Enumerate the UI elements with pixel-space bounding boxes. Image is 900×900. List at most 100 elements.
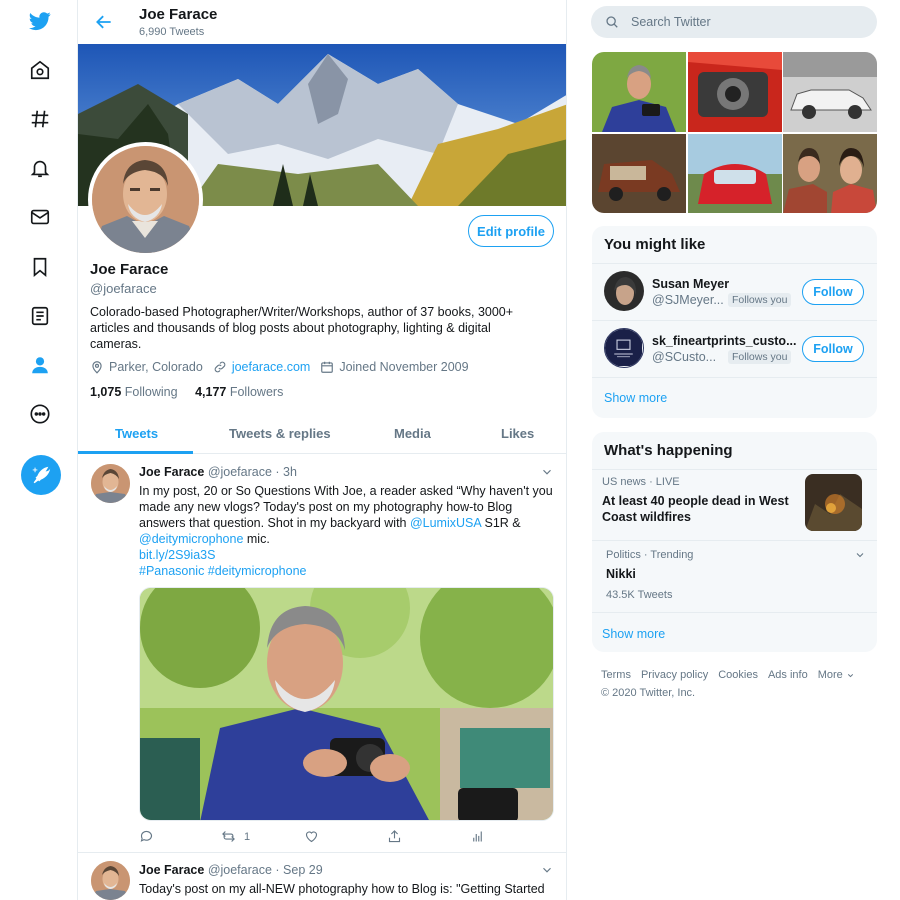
media-thumbnail[interactable] xyxy=(592,52,686,132)
following-link[interactable]: 1,075 Following xyxy=(90,385,178,399)
back-arrow-icon[interactable] xyxy=(94,12,114,32)
search-input[interactable] xyxy=(631,15,851,29)
search-bar[interactable] xyxy=(591,6,877,38)
profile-follow-stats: 1,075 Following 4,177 Followers xyxy=(90,385,283,399)
more-icon[interactable] xyxy=(22,396,58,432)
tab-tweets[interactable]: Tweets xyxy=(115,426,158,441)
like-button[interactable] xyxy=(304,829,327,844)
bookmarks-icon[interactable] xyxy=(22,249,58,285)
show-more-link[interactable]: Show more xyxy=(604,391,667,405)
tweet-text: In my post, 20 or So Questions With Joe,… xyxy=(139,484,553,578)
tweet-header: Joe Farace @joefarace · 3h xyxy=(139,465,297,479)
active-tab-indicator xyxy=(78,451,193,454)
trend-title: At least 40 people dead in West Coast wi… xyxy=(602,494,789,524)
avatar[interactable] xyxy=(604,328,644,368)
analytics-button[interactable] xyxy=(470,829,493,844)
header-tweet-count: 6,990 Tweets xyxy=(139,26,205,38)
account-handle: @SCusto... xyxy=(652,350,717,364)
link-icon xyxy=(214,361,226,373)
mention-link[interactable]: @LumixUSA xyxy=(410,516,481,530)
tweet-avatar[interactable] xyxy=(91,861,130,900)
tweet-time[interactable]: · Sep 29 xyxy=(275,863,322,877)
tweet-avatar[interactable] xyxy=(91,464,130,503)
follow-button[interactable]: Follow xyxy=(802,336,864,362)
tab-likes[interactable]: Likes xyxy=(501,426,534,441)
home-icon[interactable] xyxy=(22,52,58,88)
follows-you-badge: Follows you xyxy=(728,350,792,364)
compose-tweet-button[interactable] xyxy=(21,455,61,495)
footer-link-terms[interactable]: Terms xyxy=(601,669,631,681)
account-handle: @SJMeyer... xyxy=(652,293,724,307)
edit-profile-button[interactable]: Edit profile xyxy=(468,215,554,247)
media-thumbnail[interactable] xyxy=(687,133,782,213)
trend-meta: US news · LIVE xyxy=(602,476,680,488)
chevron-down-icon xyxy=(847,673,853,677)
profile-handle: @joefarace xyxy=(90,281,157,296)
compose-tweet-icon xyxy=(32,466,51,484)
calendar-icon xyxy=(321,361,334,373)
follow-button[interactable]: Follow xyxy=(802,279,864,305)
copyright: © 2020 Twitter, Inc. xyxy=(601,687,696,699)
left-navigation xyxy=(0,0,78,900)
profile-website-link[interactable]: joefarace.com xyxy=(232,360,311,374)
tab-media[interactable]: Media xyxy=(394,426,431,441)
footer-link-ads-info[interactable]: Ads info xyxy=(768,669,808,681)
media-thumbnail[interactable] xyxy=(687,52,782,132)
reply-button[interactable] xyxy=(139,829,162,844)
account-name[interactable]: Susan Meyer xyxy=(652,277,729,291)
profile-avatar[interactable] xyxy=(88,142,203,257)
tweet[interactable]: Joe Farace @joefarace · 3h In my post, 2… xyxy=(78,455,566,853)
follows-you-badge: Follows you xyxy=(728,293,792,307)
explore-hashtag-icon[interactable] xyxy=(22,101,58,137)
share-button[interactable] xyxy=(387,829,410,844)
messages-envelope-icon[interactable] xyxy=(22,199,58,235)
heart-icon xyxy=(305,831,318,843)
media-thumbnail[interactable] xyxy=(783,133,877,213)
panel-title: What's happening xyxy=(604,442,733,459)
tweet-photo[interactable] xyxy=(139,587,554,821)
url-link[interactable]: bit.ly/2S9ia3S xyxy=(139,548,215,562)
footer-more-menu[interactable]: More xyxy=(818,669,855,681)
retweet-button[interactable]: 1 xyxy=(221,829,250,844)
footer-link-privacy[interactable]: Privacy policy xyxy=(641,669,708,681)
search-icon xyxy=(606,16,618,28)
footer: Terms Privacy policy Cookies Ads info Mo… xyxy=(601,669,881,699)
lists-icon[interactable] xyxy=(22,298,58,334)
chevron-down-icon[interactable] xyxy=(540,863,554,877)
media-thumbnail[interactable] xyxy=(592,133,686,213)
retweet-count: 1 xyxy=(244,830,251,843)
tweet-author-handle[interactable]: @joefarace xyxy=(208,465,272,479)
tweet-author-name[interactable]: Joe Farace xyxy=(139,465,204,479)
media-thumbnail[interactable] xyxy=(783,52,877,132)
tweet-author-name[interactable]: Joe Farace xyxy=(139,863,204,877)
chevron-down-icon[interactable] xyxy=(540,465,554,479)
profile-joined-date: Joined November 2009 xyxy=(339,360,469,374)
twitter-logo-icon[interactable] xyxy=(22,3,58,39)
hashtag-links[interactable]: #Panasonic #deitymicrophone xyxy=(139,564,306,578)
followers-link[interactable]: 4,177 Followers xyxy=(195,385,283,399)
chevron-down-icon[interactable] xyxy=(854,549,866,561)
footer-link-cookies[interactable]: Cookies xyxy=(718,669,758,681)
trend-image xyxy=(805,474,862,531)
reply-icon xyxy=(140,830,153,842)
show-more-link[interactable]: Show more xyxy=(602,627,665,641)
mention-link[interactable]: @deitymicrophone xyxy=(139,532,243,546)
share-icon xyxy=(388,830,401,843)
tweet-text: Today's post on my all-NEW photography h… xyxy=(139,882,545,896)
location-pin-icon xyxy=(92,361,102,374)
profile-tabs: Tweets Tweets & replies Media Likes xyxy=(78,414,566,454)
notifications-bell-icon[interactable] xyxy=(22,150,58,186)
trend-meta: Politics · Trending xyxy=(606,549,694,561)
profile-timeline: Joe Farace 6,990 Tweets Edit profile Joe… xyxy=(77,0,567,900)
account-name[interactable]: sk_fineartprints_custo... xyxy=(652,334,797,348)
profile-icon[interactable] xyxy=(22,347,58,383)
analytics-icon xyxy=(473,831,482,842)
tweet[interactable]: Joe Farace @joefarace · Sep 29 Today's p… xyxy=(78,853,566,900)
avatar[interactable] xyxy=(604,271,644,311)
tweet-header: Joe Farace @joefarace · Sep 29 xyxy=(139,863,323,877)
trend-title: Nikki xyxy=(606,567,636,581)
tweet-time[interactable]: · 3h xyxy=(275,465,297,479)
tab-tweets-and-replies[interactable]: Tweets & replies xyxy=(229,426,331,441)
trend-tweet-count: 43.5K Tweets xyxy=(606,589,673,601)
tweet-author-handle[interactable]: @joefarace xyxy=(208,863,272,877)
